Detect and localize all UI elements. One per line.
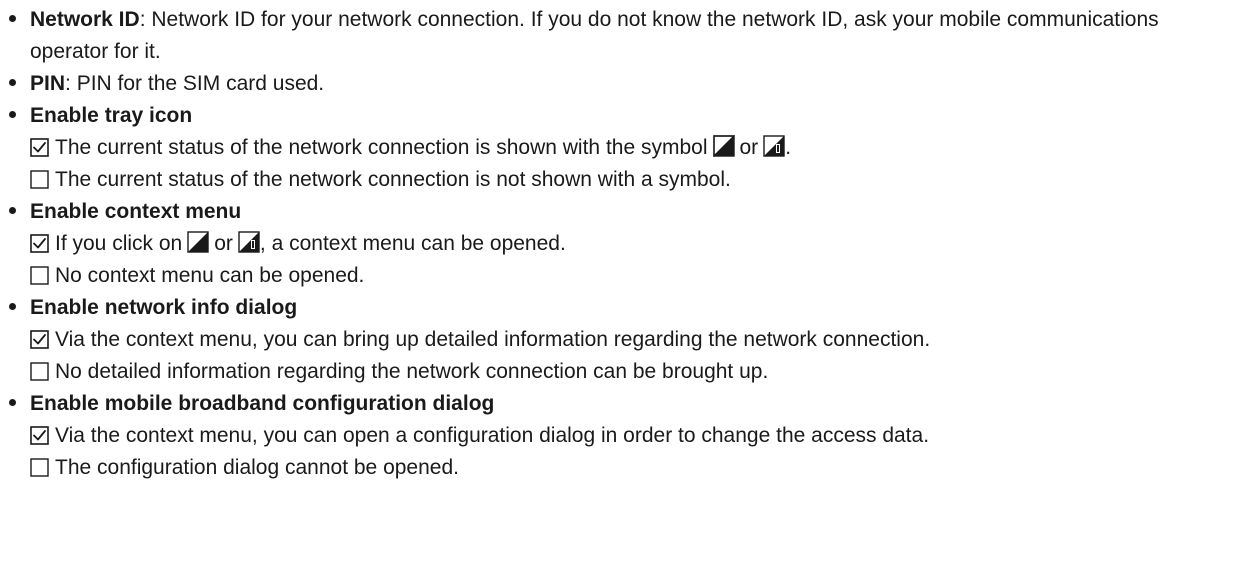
checkbox-unchecked-icon bbox=[30, 362, 49, 381]
bullet bbox=[9, 399, 16, 406]
item-line: Network ID: Network ID for your network … bbox=[30, 4, 1242, 68]
bullet bbox=[9, 15, 16, 22]
list-item-pin: PIN: PIN for the SIM card used. bbox=[0, 68, 1242, 100]
checked-text-end: , a context menu can be opened. bbox=[259, 232, 566, 255]
checkbox-unchecked-icon bbox=[30, 266, 49, 285]
item-line: Enable mobile broadband configuration di… bbox=[30, 388, 1242, 420]
item-line: PIN: PIN for the SIM card used. bbox=[30, 68, 1242, 100]
checked-line: The current status of the network connec… bbox=[30, 132, 1242, 164]
checked-line: If you click on or , a context menu can be… bbox=[30, 228, 1242, 260]
bullet bbox=[9, 111, 16, 118]
item-description: PIN for the SIM card used. bbox=[76, 72, 325, 95]
unchecked-line: No context menu can be opened. bbox=[30, 260, 1242, 292]
checked-text-end: . bbox=[785, 136, 792, 159]
signal-bars-icon bbox=[238, 231, 260, 253]
list-item-enable-mobile-broadband-configuration-dialog: Enable mobile broadband configuration di… bbox=[0, 388, 1242, 484]
item-term: Enable network info dialog bbox=[30, 296, 298, 319]
item-line: Enable tray icon bbox=[30, 100, 1242, 132]
unchecked-line: The configuration dialog cannot be opene… bbox=[30, 452, 1242, 484]
checkbox-unchecked-icon bbox=[30, 458, 49, 477]
item-separator: : bbox=[65, 72, 71, 95]
checkbox-checked-icon bbox=[30, 234, 49, 253]
checked-text: Via the context menu, you can open a con… bbox=[55, 424, 930, 447]
bullet bbox=[9, 79, 16, 86]
unchecked-text: No detailed information regarding the ne… bbox=[55, 360, 769, 383]
checked-text: The current status of the network connec… bbox=[55, 136, 708, 159]
bullet bbox=[9, 303, 16, 310]
item-term: Enable tray icon bbox=[30, 104, 193, 127]
checked-line: Via the context menu, you can open a con… bbox=[30, 420, 1242, 452]
signal-bars-icon bbox=[763, 135, 785, 157]
checked-text: If you click on bbox=[55, 232, 183, 255]
checkbox-unchecked-icon bbox=[30, 170, 49, 189]
checkbox-checked-icon bbox=[30, 138, 49, 157]
list-item-enable-tray-icon: Enable tray icon The current status of t… bbox=[0, 100, 1242, 196]
unchecked-line: The current status of the network connec… bbox=[30, 164, 1242, 196]
item-line: Enable context menu bbox=[30, 196, 1242, 228]
conj-text: or bbox=[214, 232, 233, 255]
signal-strength-icon bbox=[187, 231, 209, 253]
list-item-network-id: Network ID: Network ID for your network … bbox=[0, 4, 1242, 68]
unchecked-text: No context menu can be opened. bbox=[55, 264, 365, 287]
checked-text: Via the context menu, you can bring up d… bbox=[55, 328, 931, 351]
bullet bbox=[9, 207, 16, 214]
item-term: Network ID bbox=[30, 8, 140, 31]
item-separator: : bbox=[139, 8, 146, 31]
checkbox-checked-icon bbox=[30, 426, 49, 445]
item-term: Enable context menu bbox=[30, 200, 242, 223]
list-item-enable-network-info-dialog: Enable network info dialog Via the conte… bbox=[0, 292, 1242, 388]
item-term: PIN bbox=[30, 72, 66, 95]
checked-line: Via the context menu, you can bring up d… bbox=[30, 324, 1242, 356]
document-page: Network ID: Network ID for your network … bbox=[0, 0, 1242, 576]
item-term: Enable mobile broadband configuration di… bbox=[30, 392, 495, 415]
item-description: Network ID for your network connection. … bbox=[30, 8, 1159, 63]
item-line: Enable network info dialog bbox=[30, 292, 1242, 324]
unchecked-text: The current status of the network connec… bbox=[55, 168, 731, 191]
unchecked-text: The configuration dialog cannot be opene… bbox=[55, 456, 459, 479]
settings-list: Network ID: Network ID for your network … bbox=[0, 4, 1242, 484]
list-item-enable-context-menu: Enable context menu If you click on or , a… bbox=[0, 196, 1242, 292]
unchecked-line: No detailed information regarding the ne… bbox=[30, 356, 1242, 388]
checkbox-checked-icon bbox=[30, 330, 49, 349]
conj-text: or bbox=[739, 136, 759, 159]
signal-strength-icon bbox=[712, 135, 735, 157]
